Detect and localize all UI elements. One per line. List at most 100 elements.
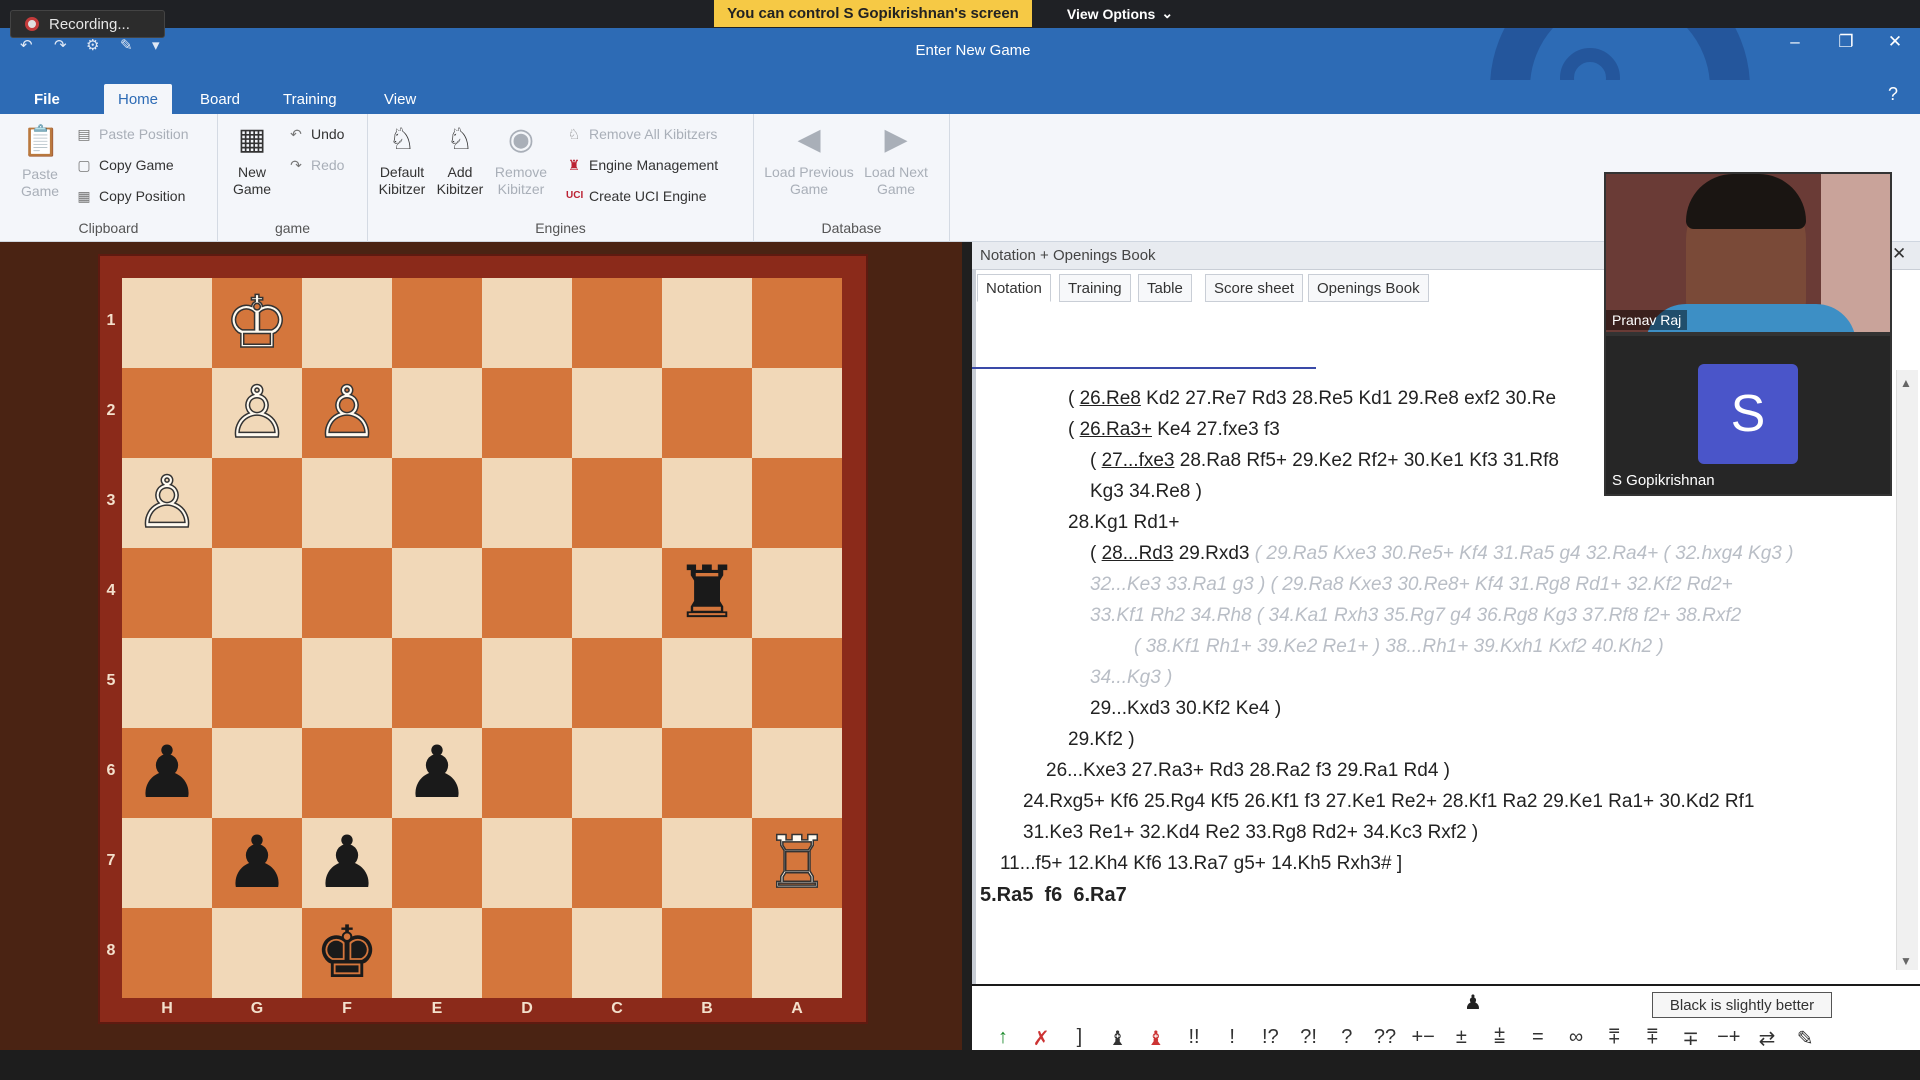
notation-line[interactable]: 26...Kxe3 27.Ra3+ Rd3 28.Ra2 f3 29.Ra1 R… <box>1046 760 1450 782</box>
notation-line[interactable]: 29...Kxd3 30.Kf2 Ke4 ) <box>1090 698 1281 720</box>
white-king-icon[interactable]: ♔ <box>224 286 290 360</box>
scroll-up-icon[interactable]: ▲ <box>1900 376 1912 390</box>
white-pawn-icon[interactable]: ♙ <box>134 466 200 540</box>
annotation-symbol-button[interactable]: +− <box>1408 1026 1438 1049</box>
square-f5[interactable] <box>302 638 392 728</box>
notation-line[interactable]: 29.Kf2 ) <box>1068 729 1135 751</box>
new-game-button[interactable]: ▦ New Game <box>226 122 278 198</box>
black-rook-icon[interactable]: ♜ <box>675 557 740 629</box>
square-d6[interactable] <box>482 728 572 818</box>
undo-quick-icon[interactable]: ↶ <box>20 36 33 54</box>
square-c1[interactable] <box>572 278 662 368</box>
square-c7[interactable] <box>572 818 662 908</box>
annotation-symbol-button[interactable]: ? <box>1332 1026 1362 1049</box>
customize-quick-icon[interactable]: ▾ <box>152 36 160 54</box>
square-e8[interactable] <box>392 908 482 998</box>
square-f8[interactable]: ♚ <box>302 908 392 998</box>
annotation-symbol-button[interactable]: ?? <box>1370 1026 1400 1049</box>
square-b4[interactable]: ♜ <box>662 548 752 638</box>
mainline-moves[interactable]: 5.Ra5 f6 6.Ra7 <box>980 884 1127 907</box>
tab-notation[interactable]: Notation <box>977 274 1051 302</box>
help-icon[interactable]: ? <box>1888 84 1898 105</box>
square-c8[interactable] <box>572 908 662 998</box>
square-d8[interactable] <box>482 908 572 998</box>
square-f1[interactable] <box>302 278 392 368</box>
square-g1[interactable]: ♔ <box>212 278 302 368</box>
square-d3[interactable] <box>482 458 572 548</box>
notation-line[interactable]: Kg3 34.Re8 ) <box>1090 481 1202 503</box>
redo-quick-icon[interactable]: ↷ <box>54 36 67 54</box>
square-e1[interactable] <box>392 278 482 368</box>
annotation-symbol-button[interactable]: ! <box>1217 1026 1247 1049</box>
square-c3[interactable] <box>572 458 662 548</box>
recording-indicator[interactable]: Recording... <box>10 10 165 38</box>
white-pawn-icon[interactable]: ♙ <box>224 376 290 450</box>
black-pawn-icon[interactable]: ♟ <box>135 737 200 809</box>
annotation-symbol-button[interactable]: ⩲ <box>1485 1026 1515 1049</box>
square-e5[interactable] <box>392 638 482 728</box>
square-b5[interactable] <box>662 638 752 728</box>
square-c6[interactable] <box>572 728 662 818</box>
annotation-symbol-button[interactable]: ↑ <box>988 1026 1018 1049</box>
square-a4[interactable] <box>752 548 842 638</box>
annotation-symbol-button[interactable]: ∞ <box>1561 1026 1591 1049</box>
remove-kibitzer-button[interactable]: ◉ Remove Kibitzer <box>492 122 550 198</box>
close-icon[interactable]: ✕ <box>1880 32 1910 52</box>
square-e3[interactable] <box>392 458 482 548</box>
square-a5[interactable] <box>752 638 842 728</box>
annotation-symbol-button[interactable]: !? <box>1255 1026 1285 1049</box>
tab-training-notation[interactable]: Training <box>1059 274 1131 302</box>
notation-line[interactable]: ( 28...Rd3 29.Rxd3 ( 29.Ra5 Kxe3 30.Re5+… <box>1090 543 1793 565</box>
notation-scrollbar[interactable] <box>1896 370 1918 970</box>
square-e7[interactable] <box>392 818 482 908</box>
annotation-symbol-button[interactable]: ?! <box>1294 1026 1324 1049</box>
undo-button[interactable]: ↶ Undo <box>288 126 344 142</box>
annotation-symbol-button[interactable]: ✗ <box>1026 1026 1056 1051</box>
square-b8[interactable] <box>662 908 752 998</box>
square-d5[interactable] <box>482 638 572 728</box>
square-g7[interactable]: ♟ <box>212 818 302 908</box>
square-g2[interactable]: ♙ <box>212 368 302 458</box>
view-options-button[interactable]: View Options ⌄ <box>1060 0 1180 27</box>
annotation-symbol-button[interactable]: ] <box>1064 1026 1094 1049</box>
annotation-symbol-button[interactable]: ± <box>1446 1026 1476 1049</box>
variation-move[interactable]: 26.Ra3+ <box>1080 419 1152 440</box>
black-pawn-icon[interactable]: ♟ <box>225 827 290 899</box>
square-b2[interactable] <box>662 368 752 458</box>
square-d1[interactable] <box>482 278 572 368</box>
black-king-icon[interactable]: ♚ <box>315 917 380 989</box>
square-f6[interactable] <box>302 728 392 818</box>
notation-line[interactable]: ( 26.Ra3+ Ke4 27.fxe3 f3 <box>1068 419 1280 441</box>
notation-line[interactable]: 11...f5+ 12.Kh4 Kf6 13.Ra7 g5+ 14.Kh5 Rx… <box>1000 853 1402 875</box>
square-g5[interactable] <box>212 638 302 728</box>
tab-openings-book[interactable]: Openings Book <box>1308 274 1429 302</box>
restore-icon[interactable]: ❐ <box>1831 32 1861 52</box>
tab-home[interactable]: Home <box>104 84 173 114</box>
annotation-symbol-button[interactable]: ∓ <box>1676 1026 1706 1051</box>
annotation-symbol-button[interactable]: ♝ <box>1141 1026 1171 1051</box>
square-a7[interactable]: ♖ <box>752 818 842 908</box>
square-a2[interactable] <box>752 368 842 458</box>
square-h8[interactable] <box>122 908 212 998</box>
square-b7[interactable] <box>662 818 752 908</box>
square-h1[interactable] <box>122 278 212 368</box>
create-uci-engine-button[interactable]: UCI Create UCI Engine <box>566 188 707 204</box>
paste-game-button[interactable]: 📋 Paste Game <box>12 124 68 200</box>
load-previous-game-button[interactable]: ◀ Load Previous Game <box>764 122 854 198</box>
annotation-symbol-button[interactable]: ♝ <box>1103 1026 1133 1051</box>
annotation-symbol-button[interactable]: ⩱ <box>1637 1026 1667 1049</box>
tab-view[interactable]: View <box>370 84 430 114</box>
variation-move[interactable]: 26.Re8 <box>1080 388 1141 409</box>
redo-button[interactable]: ↷ Redo <box>288 157 344 173</box>
square-h4[interactable] <box>122 548 212 638</box>
paste-position-button[interactable]: ▤ Paste Position <box>76 126 188 142</box>
white-rook-icon[interactable]: ♖ <box>764 826 830 900</box>
tab-table[interactable]: Table <box>1138 274 1192 302</box>
notation-line[interactable]: ( 27...fxe3 28.Ra8 Rf5+ 29.Ke2 Rf2+ 30.K… <box>1090 450 1559 472</box>
square-a1[interactable] <box>752 278 842 368</box>
square-f3[interactable] <box>302 458 392 548</box>
chessboard[interactable]: ♔ ♙ ♙ ♙ ♜ ♟ ♟ ♟ ♟ ♖ ♚ <box>122 278 842 998</box>
square-h6[interactable]: ♟ <box>122 728 212 818</box>
square-c2[interactable] <box>572 368 662 458</box>
engine-management-button[interactable]: ♜ Engine Management <box>566 157 718 173</box>
